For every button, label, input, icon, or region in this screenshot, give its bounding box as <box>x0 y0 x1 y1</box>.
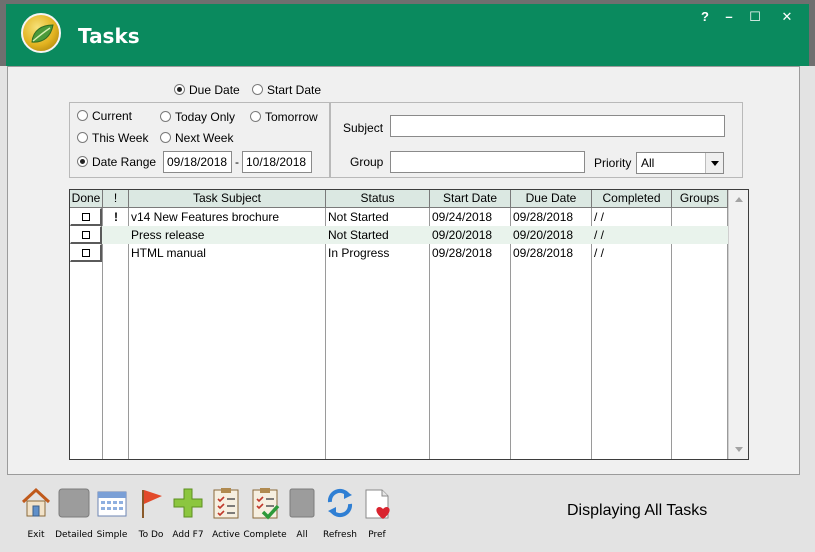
current-label: Current <box>92 109 133 123</box>
today-only-radio[interactable] <box>160 111 171 122</box>
date-from-field[interactable]: 09/18/2018 <box>163 151 232 173</box>
help-button[interactable]: ? <box>696 9 714 27</box>
subject-cell: Press release <box>131 228 205 242</box>
priority-cell: ! <box>114 210 118 224</box>
column-header-task-subject[interactable]: Task Subject <box>129 190 326 208</box>
plus-icon <box>173 488 203 518</box>
table-row[interactable]: ! v14 New Features brochure Not Started … <box>70 208 728 226</box>
current-radio[interactable] <box>77 110 88 121</box>
start-date-cell: 09/28/2018 <box>432 246 493 260</box>
task-table: Done ! Task Subject Status Start Date Du… <box>69 189 749 460</box>
due-date-cell: 09/28/2018 <box>513 210 574 224</box>
column-header-status[interactable]: Status <box>326 190 430 208</box>
date-range-radio[interactable] <box>77 156 88 167</box>
maximize-button[interactable]: ☐ <box>746 9 764 27</box>
completed-cell: / / <box>594 210 605 224</box>
checklist-complete-icon <box>252 488 280 520</box>
pref-label: Pref <box>368 530 386 540</box>
minimize-button[interactable]: – <box>720 9 738 27</box>
done-checkbox[interactable] <box>70 226 102 244</box>
date-range-label: Date Range <box>92 155 157 169</box>
priority-select[interactable]: All <box>636 152 724 174</box>
task-filter-panel: Due Date Start Date Current Today Only T… <box>7 66 800 475</box>
tomorrow-label: Tomorrow <box>265 110 318 124</box>
preferences-icon <box>365 489 390 519</box>
table-row[interactable]: Press release Not Started 09/20/2018 09/… <box>70 226 728 244</box>
due-date-cell: 09/20/2018 <box>513 228 574 242</box>
checkbox-icon <box>82 231 90 239</box>
close-button[interactable]: ✕ <box>778 9 796 27</box>
status-text: Displaying All Tasks <box>567 502 708 519</box>
table-scrollbar[interactable] <box>728 190 748 459</box>
priority-cell <box>103 244 129 262</box>
checkbox-icon <box>82 213 90 221</box>
status-cell: Not Started <box>328 210 389 224</box>
chevron-down-icon[interactable] <box>705 153 723 173</box>
subject-label: Subject <box>343 121 384 135</box>
column-header-completed[interactable]: Completed <box>592 190 672 208</box>
done-checkbox[interactable] <box>70 208 102 226</box>
due-date-radio[interactable] <box>174 84 185 95</box>
next-week-label: Next Week <box>175 131 234 145</box>
status-cell: In Progress <box>328 246 390 260</box>
start-date-cell: 09/24/2018 <box>432 210 493 224</box>
groups-cell <box>674 244 726 262</box>
group-field[interactable] <box>390 151 585 173</box>
window-title: Tasks <box>78 24 140 48</box>
detailed-view-icon <box>58 488 90 518</box>
start-date-cell: 09/20/2018 <box>432 228 493 242</box>
column-header-start-date[interactable]: Start Date <box>430 190 511 208</box>
groups-cell <box>674 226 726 244</box>
groups-cell <box>674 208 726 226</box>
flag-icon <box>142 490 162 518</box>
home-icon <box>21 487 51 517</box>
title-bar: Tasks ? – ☐ ✕ <box>0 0 815 66</box>
column-header-due-date[interactable]: Due Date <box>511 190 592 208</box>
checkbox-icon <box>82 249 90 257</box>
column-header-done[interactable]: Done <box>70 190 103 208</box>
done-checkbox[interactable] <box>70 244 102 262</box>
column-header-priority[interactable]: ! <box>103 190 129 208</box>
completed-cell: / / <box>594 246 605 260</box>
all-icon <box>289 488 315 518</box>
scroll-down-icon[interactable] <box>735 447 743 452</box>
pref-button[interactable]: Pref <box>355 486 399 546</box>
due-date-label: Due Date <box>189 83 240 97</box>
subject-cell: v14 New Features brochure <box>131 210 280 224</box>
status-cell: Not Started <box>328 228 389 242</box>
table-row[interactable]: HTML manual In Progress 09/28/2018 09/28… <box>70 244 728 262</box>
priority-label: Priority <box>594 156 632 170</box>
tomorrow-radio[interactable] <box>250 111 261 122</box>
group-label: Group <box>350 155 384 169</box>
this-week-label: This Week <box>92 131 149 145</box>
subject-cell: HTML manual <box>131 246 206 260</box>
calendar-icon <box>97 491 127 517</box>
priority-value: All <box>641 156 655 170</box>
next-week-radio[interactable] <box>160 132 171 143</box>
date-to-field[interactable]: 10/18/2018 <box>242 151 312 173</box>
date-range-separator: - <box>235 155 239 169</box>
subject-field[interactable] <box>390 115 725 137</box>
checklist-icon <box>213 488 239 519</box>
column-header-groups[interactable]: Groups <box>672 190 728 208</box>
priority-cell <box>103 226 129 244</box>
start-date-label: Start Date <box>267 83 322 97</box>
app-logo-icon <box>21 13 61 53</box>
due-date-cell: 09/28/2018 <box>513 246 574 260</box>
start-date-radio[interactable] <box>252 84 263 95</box>
refresh-icon <box>327 488 353 518</box>
this-week-radio[interactable] <box>77 132 88 143</box>
completed-cell: / / <box>594 228 605 242</box>
scroll-up-icon[interactable] <box>735 197 743 202</box>
today-only-label: Today Only <box>175 110 236 124</box>
